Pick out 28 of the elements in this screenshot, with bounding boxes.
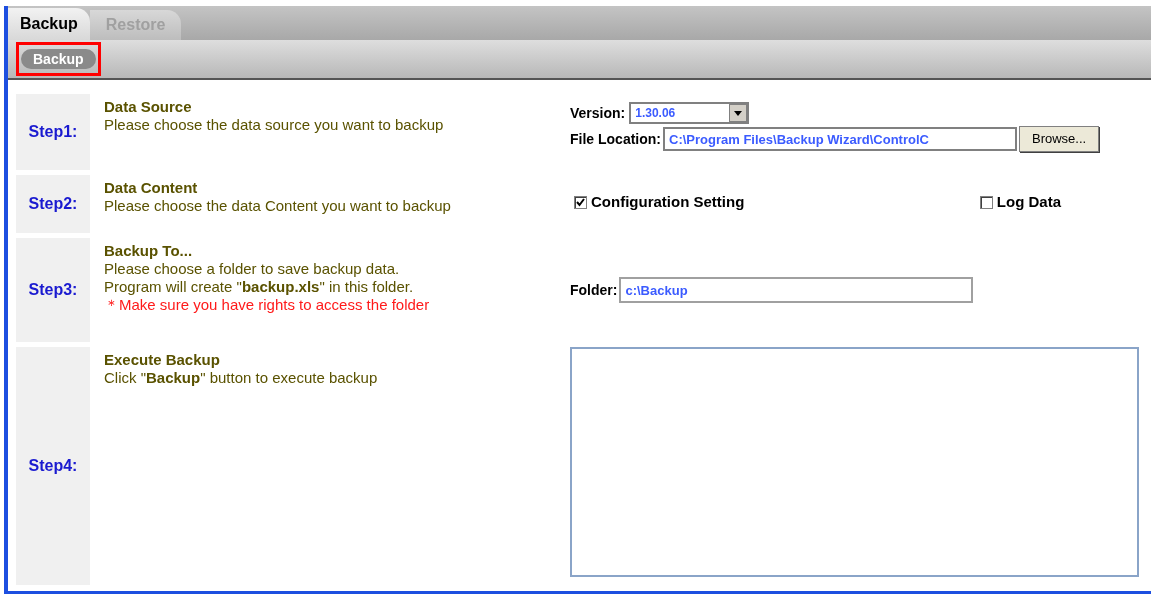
step-title: Backup To...: [104, 242, 194, 260]
checkmark-icon: [576, 197, 585, 207]
step-description: Click "Backup" button to execute backup: [104, 369, 379, 387]
step-description: Please choose the data source you want to backup: [104, 116, 445, 134]
file-location-field[interactable]: C:\Program Files\Backup Wizard\ControlC: [663, 127, 1017, 151]
checkbox[interactable]: [574, 195, 587, 209]
step-title: Data Content: [104, 179, 199, 197]
step-description: Program will create "backup.xls" in this folder.: [104, 278, 415, 296]
tab[interactable]: Backup: [8, 8, 90, 40]
checkbox-option[interactable]: Log Data: [979, 191, 1061, 214]
step-label: Step3:: [28, 280, 78, 300]
step-label: Step4:: [28, 456, 78, 476]
folder-field[interactable]: c:\Backup: [619, 277, 974, 303]
folder-label: Folder:: [570, 280, 618, 300]
checkbox[interactable]: [979, 195, 993, 209]
step-label: Step2:: [28, 194, 78, 214]
step-description: Please choose a folder to save backup data.: [104, 260, 401, 278]
version-dropdown[interactable]: 1.30.06: [629, 102, 750, 124]
step-description: Please choose the data Content you want to backup: [104, 197, 452, 215]
file-location-label: File Location:: [570, 129, 661, 149]
step-title: Data Source: [104, 98, 193, 116]
step-label: Step1:: [28, 122, 78, 142]
warning-text: ＊Make sure you have rights to access the folder: [104, 296, 431, 314]
checkbox-option[interactable]: Configuration Setting: [574, 191, 745, 214]
backup-button[interactable]: Backup: [21, 49, 96, 69]
browse-button[interactable]: Browse...: [1019, 126, 1100, 152]
version-label: Version:: [570, 103, 626, 123]
step-title: Execute Backup: [104, 351, 221, 369]
